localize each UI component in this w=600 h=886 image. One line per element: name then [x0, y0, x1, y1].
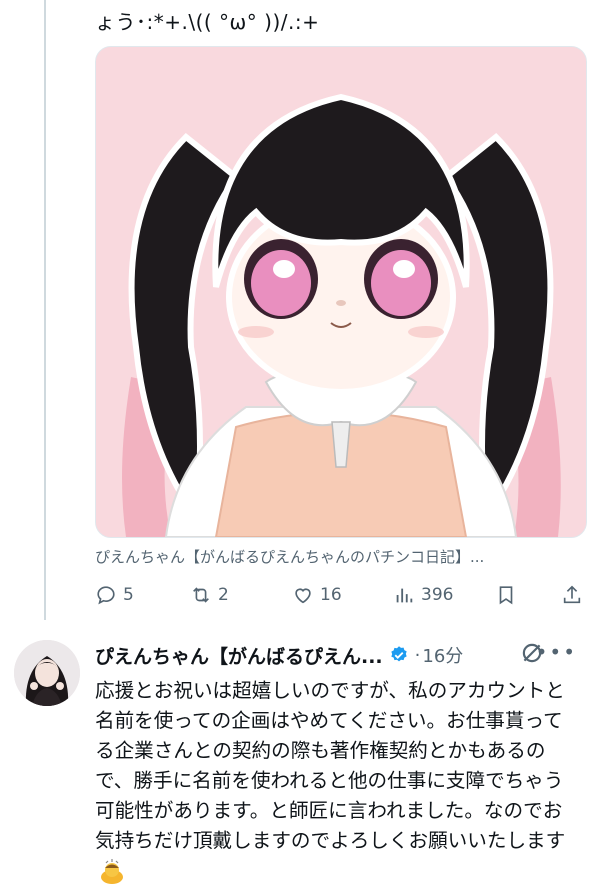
tweet-image[interactable]	[95, 46, 587, 538]
share-icon	[563, 585, 581, 604]
reply-header: ぴえんちゃん【がんばるぴえん... · 16分 •••	[95, 640, 595, 670]
timestamp[interactable]: 16分	[422, 642, 463, 668]
author-name[interactable]: ぴえんちゃん【がんばるぴえん...	[95, 642, 383, 669]
like-count: 16	[320, 585, 342, 605]
reply-icon	[97, 586, 115, 605]
retweet-icon	[193, 587, 209, 603]
reply-button[interactable]: 5	[95, 580, 134, 610]
thread-connector-line	[44, 0, 46, 620]
meta-separator: ·	[414, 644, 421, 666]
share-button[interactable]	[561, 580, 583, 610]
like-icon	[295, 588, 311, 604]
like-button[interactable]: 16	[292, 580, 342, 610]
verified-icon	[390, 646, 407, 662]
bookmark-button[interactable]	[495, 580, 517, 610]
image-source-label[interactable]: ぴえんちゃん【がんばるぴえんちゃんのパチンコ日記】...	[95, 546, 585, 567]
previous-tweet-text: ょう･:*+.\(( °ω° ))/.:+	[95, 10, 320, 34]
anime-girl-illustration	[96, 47, 586, 537]
avatar-image	[14, 640, 80, 706]
views-icon	[396, 588, 413, 603]
reply-count: 5	[123, 585, 134, 605]
retweet-count: 2	[218, 585, 229, 605]
retweet-button[interactable]: 2	[190, 580, 229, 610]
bowing-emoji	[101, 858, 123, 884]
reply-body: 応援とお祝いは超嬉しいのですが、私のアカウントと名前を使っての企画はやめてくださ…	[95, 676, 580, 886]
author-avatar[interactable]	[14, 640, 80, 706]
views-count: 396	[421, 585, 454, 605]
reply-body-text: 応援とお祝いは超嬉しいのですが、私のアカウントと名前を使っての企画はやめてくださ…	[95, 679, 566, 852]
tweet-actions-bar: 5 2 16 396	[95, 580, 590, 610]
bookmark-icon	[499, 586, 513, 605]
views-button[interactable]: 396	[393, 580, 453, 610]
more-icon[interactable]: •••	[536, 640, 577, 664]
